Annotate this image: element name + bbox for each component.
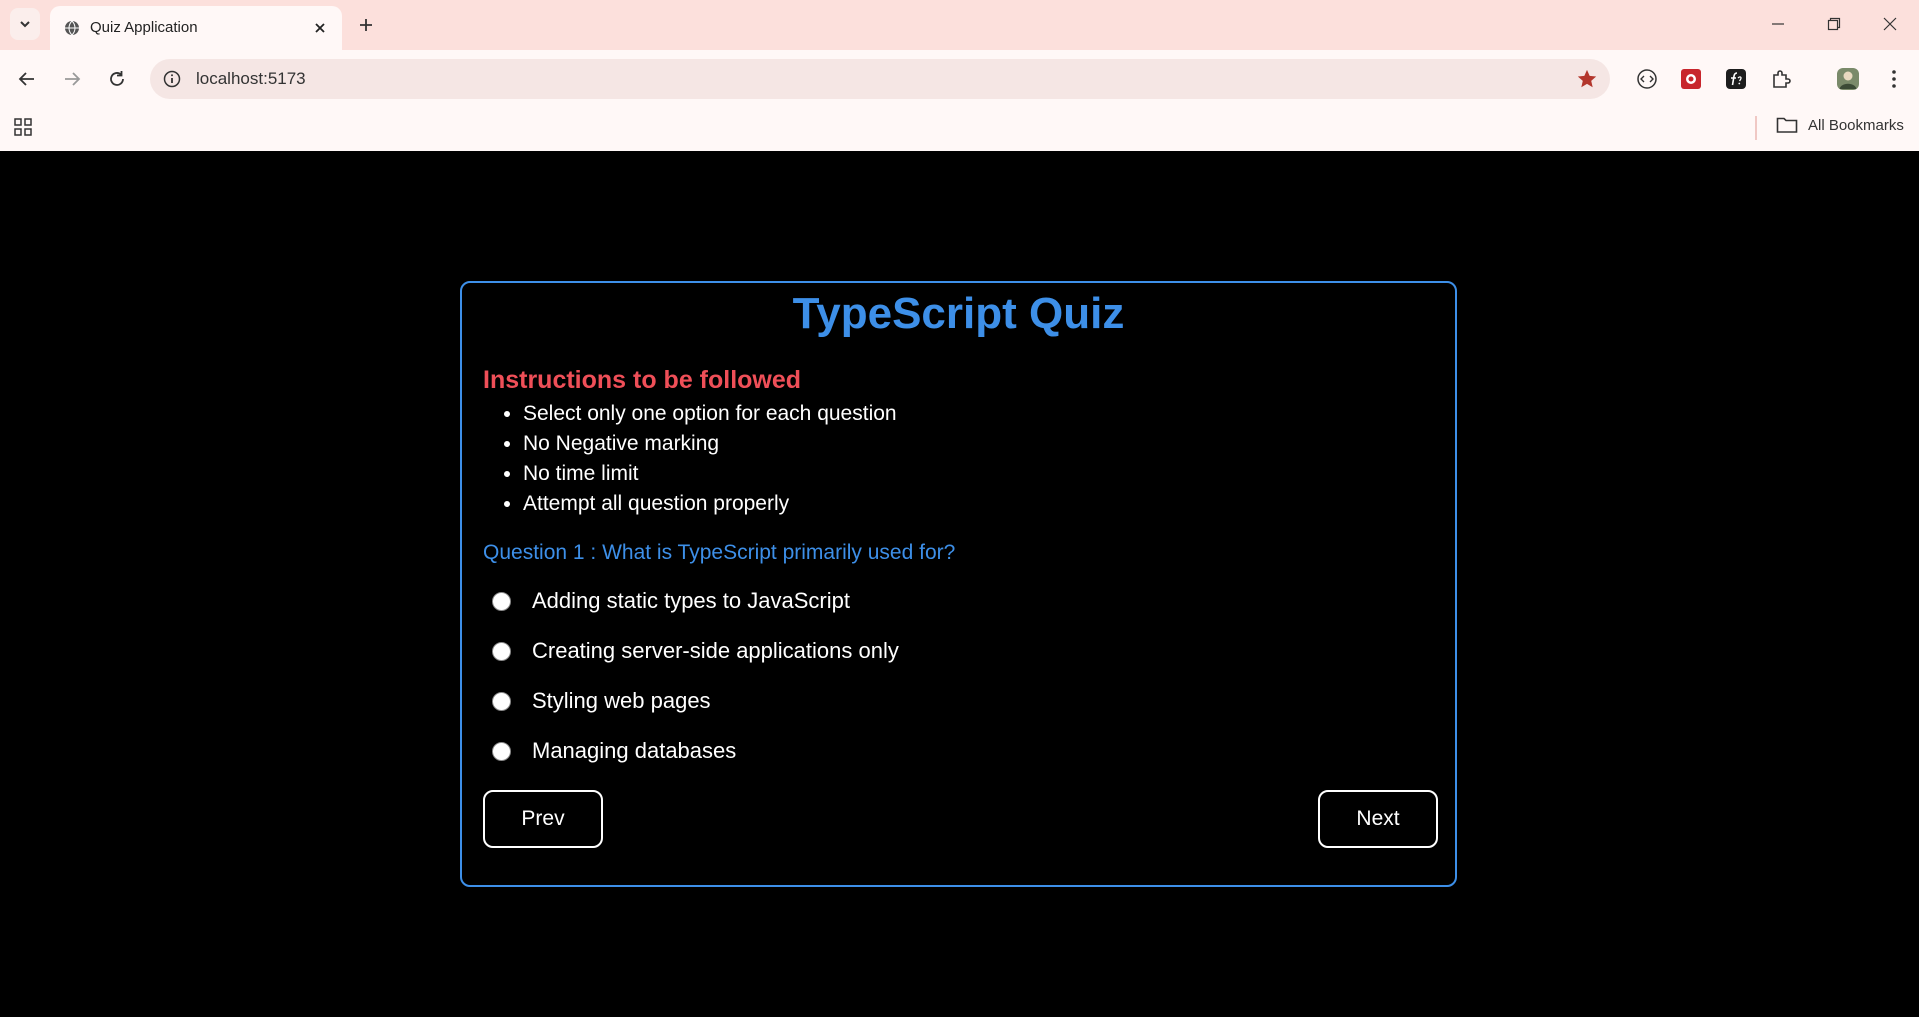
instructions-list: Select only one option for each question… [483, 399, 897, 519]
next-button[interactable]: Next [1318, 790, 1438, 848]
reload-button[interactable] [101, 63, 133, 95]
option-label[interactable]: Managing databases [532, 738, 736, 764]
option-label[interactable]: Adding static types to JavaScript [532, 588, 850, 614]
close-icon [315, 23, 325, 33]
close-icon [1883, 17, 1897, 31]
chevron-down-icon [20, 21, 30, 28]
puzzle-icon [1773, 70, 1791, 88]
all-bookmarks-button[interactable]: All Bookmarks [1776, 116, 1904, 134]
answer-option[interactable]: Creating server-side applications only [483, 626, 1183, 676]
tab-close-button[interactable] [309, 17, 331, 39]
bookmarks-separator [1755, 116, 1757, 140]
more-vertical-icon [1892, 70, 1896, 88]
instructions-heading: Instructions to be followed [483, 366, 802, 394]
browser-menu-button[interactable] [1881, 66, 1907, 92]
browser-toolbar: localhost:5173 [0, 50, 1919, 108]
new-tab-button[interactable] [353, 12, 379, 38]
forward-button[interactable] [56, 63, 88, 95]
folder-icon [1776, 117, 1798, 133]
option-radio[interactable] [492, 741, 511, 761]
all-bookmarks-label: All Bookmarks [1808, 116, 1904, 134]
plus-icon [360, 19, 372, 31]
url-text[interactable]: localhost:5173 [196, 69, 306, 89]
apps-grid-icon[interactable] [13, 117, 33, 137]
code-extension-icon [1637, 69, 1657, 89]
quiz-title: TypeScript Quiz [792, 289, 1125, 338]
site-info-icon[interactable] [162, 69, 182, 89]
close-window-button[interactable] [1872, 10, 1908, 38]
avatar-icon [1837, 68, 1859, 90]
browser-titlebar: Quiz Application [0, 0, 1919, 50]
address-bar[interactable]: localhost:5173 [150, 59, 1610, 99]
reload-icon [110, 71, 124, 86]
back-button[interactable] [11, 63, 43, 95]
profile-avatar[interactable] [1835, 66, 1861, 92]
bookmark-star-icon[interactable] [1576, 68, 1598, 90]
red-extension-icon [1681, 69, 1701, 89]
option-radio[interactable] [492, 641, 511, 661]
extension-devtools-button[interactable] [1634, 66, 1660, 92]
answer-options: Adding static types to JavaScript Creati… [483, 576, 1183, 776]
minimize-button[interactable] [1760, 10, 1796, 38]
minimize-icon [1772, 23, 1784, 25]
arrow-left-icon [18, 72, 34, 86]
extension-fonts-button[interactable] [1723, 66, 1749, 92]
extension-red-button[interactable] [1678, 66, 1704, 92]
restore-icon [1827, 17, 1841, 31]
instruction-item: No time limit [523, 459, 897, 489]
font-extension-icon [1726, 69, 1746, 89]
tab-search-button[interactable] [10, 8, 40, 40]
answer-option[interactable]: Adding static types to JavaScript [483, 576, 1183, 626]
bookmarks-bar: All Bookmarks [0, 108, 1919, 151]
arrow-right-icon [65, 72, 81, 86]
option-label[interactable]: Creating server-side applications only [532, 638, 899, 664]
option-radio[interactable] [492, 691, 511, 711]
browser-tab[interactable]: Quiz Application [50, 6, 342, 50]
quiz-card: TypeScript Quiz Instructions to be follo… [460, 281, 1457, 887]
question-text: Question 1 : What is TypeScript primaril… [483, 541, 956, 564]
instruction-item: Attempt all question properly [523, 489, 897, 519]
answer-option[interactable]: Styling web pages [483, 676, 1183, 726]
answer-option[interactable]: Managing databases [483, 726, 1183, 776]
extensions-menu-button[interactable] [1768, 66, 1794, 92]
restore-button[interactable] [1816, 10, 1852, 38]
option-radio[interactable] [492, 591, 511, 611]
globe-icon [65, 20, 79, 36]
instruction-item: Select only one option for each question [523, 399, 897, 429]
prev-button[interactable]: Prev [483, 790, 603, 848]
instruction-item: No Negative marking [523, 429, 897, 459]
tab-title: Quiz Application [90, 19, 198, 36]
option-label[interactable]: Styling web pages [532, 688, 711, 714]
